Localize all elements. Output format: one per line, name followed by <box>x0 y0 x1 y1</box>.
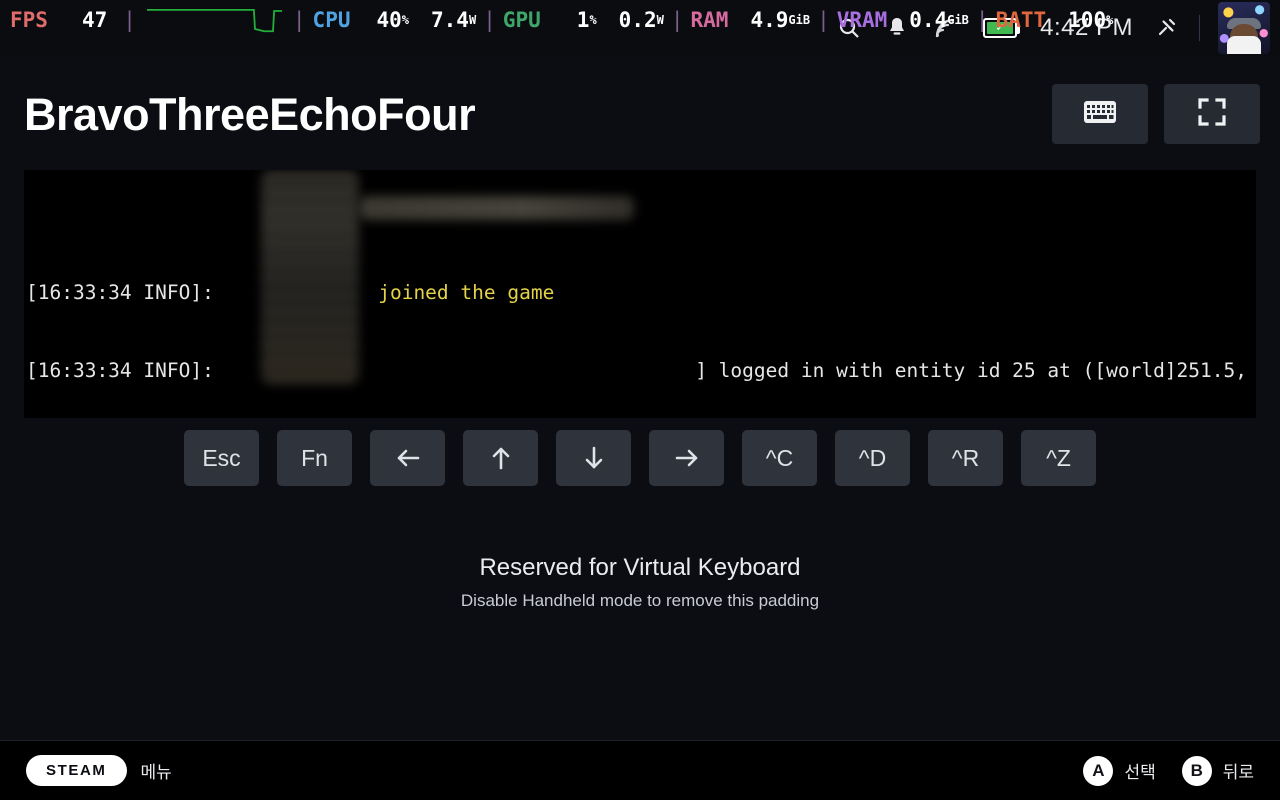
b-button-icon: B <box>1181 755 1212 786</box>
footer-right: A 선택 B 뒤로 <box>1083 755 1254 786</box>
footer-action-select[interactable]: A 선택 <box>1083 755 1156 786</box>
steam-menu-label: 메뉴 <box>140 763 172 782</box>
console-output[interactable]: [16:33:34 INFO]: joined the game [16:33:… <box>24 170 1256 418</box>
steam-button[interactable]: STEAM <box>26 755 127 786</box>
battery-charging-icon: ✓ <box>978 15 1022 41</box>
arrow-right-icon <box>673 446 701 470</box>
reserved-title: Reserved for Virtual Keyboard <box>479 554 801 581</box>
redacted-username-block <box>261 170 359 384</box>
b-button-label: 뒤로 <box>1222 763 1254 782</box>
reserved-subtitle: Disable Handheld mode to remove this pad… <box>460 591 820 610</box>
key-label: Fn <box>301 444 328 471</box>
battery-check-glyph: ✓ <box>995 21 1005 34</box>
clock-time: 4:42 PM <box>1040 14 1133 41</box>
key-label: ^R <box>951 444 980 471</box>
search-icon[interactable] <box>834 13 864 43</box>
key-ctrl-c[interactable]: ^C <box>742 430 817 486</box>
a-button-icon: A <box>1083 755 1114 786</box>
key-left[interactable] <box>370 430 445 486</box>
keyboard-icon <box>1084 100 1116 128</box>
arrow-left-icon <box>394 446 422 470</box>
statusbar-divider <box>1199 15 1200 41</box>
console-line: [16:33:34 INFO]: ] logged in with entity… <box>26 358 1256 384</box>
key-label: Esc <box>202 444 241 471</box>
console-text: ] logged in with entity id 25 at ([world… <box>695 359 1256 382</box>
a-button-label: 선택 <box>1124 763 1156 782</box>
power-plug-icon <box>1151 13 1181 43</box>
key-ctrl-z[interactable]: ^Z <box>1021 430 1096 486</box>
key-esc[interactable]: Esc <box>184 430 259 486</box>
console-timestamp: [16:33:34 INFO]: <box>26 281 226 304</box>
redacted-uuid-block <box>359 196 634 220</box>
key-ctrl-r[interactable]: ^R <box>928 430 1003 486</box>
key-label: ^Z <box>1046 444 1071 471</box>
steam-deck-screen: ✓ 4:42 PM FPS 47 | | CPU 40% 7.4 W | GPU … <box>0 0 1280 800</box>
fullscreen-button[interactable] <box>1164 84 1260 144</box>
title-actions <box>1052 84 1260 144</box>
steam-status-bar: ✓ 4:42 PM <box>0 0 1280 56</box>
key-right[interactable] <box>649 430 724 486</box>
key-ctrl-d[interactable]: ^D <box>835 430 910 486</box>
key-label: ^C <box>765 444 794 471</box>
footer-left: STEAM 메뉴 <box>26 755 172 786</box>
arrow-down-icon <box>582 444 606 472</box>
key-fn[interactable]: Fn <box>277 430 352 486</box>
virtual-keyboard-button[interactable] <box>1052 84 1148 144</box>
key-down[interactable] <box>556 430 631 486</box>
fullscreen-icon <box>1197 97 1227 132</box>
steam-footer-bar: STEAM 메뉴 A 선택 B 뒤로 <box>0 740 1280 800</box>
console-gap <box>226 281 379 304</box>
key-up[interactable] <box>463 430 538 486</box>
title-row: BravoThreeEchoFour <box>0 56 1280 144</box>
user-avatar[interactable] <box>1218 2 1270 54</box>
console-timestamp: [16:33:34 INFO]: <box>26 359 226 382</box>
key-label: ^D <box>858 444 887 471</box>
console-gap <box>226 359 696 382</box>
bell-icon[interactable] <box>882 13 912 43</box>
console-text: joined the game <box>378 281 555 304</box>
reserved-keyboard-area: Reserved for Virtual Keyboard Disable Ha… <box>0 552 1280 614</box>
wifi-icon[interactable] <box>930 13 960 43</box>
footer-action-back[interactable]: B 뒤로 <box>1181 755 1254 786</box>
key-shortcut-row: Esc Fn ^C ^D ^R ^Z <box>0 430 1280 486</box>
arrow-up-icon <box>489 444 513 472</box>
page-title: BravoThreeEchoFour <box>24 88 476 140</box>
main-content: BravoThreeEchoFour [16:33:34 INFO]: join… <box>0 56 1280 740</box>
console-line: [16:33:34 INFO]: joined the game <box>26 280 1256 306</box>
